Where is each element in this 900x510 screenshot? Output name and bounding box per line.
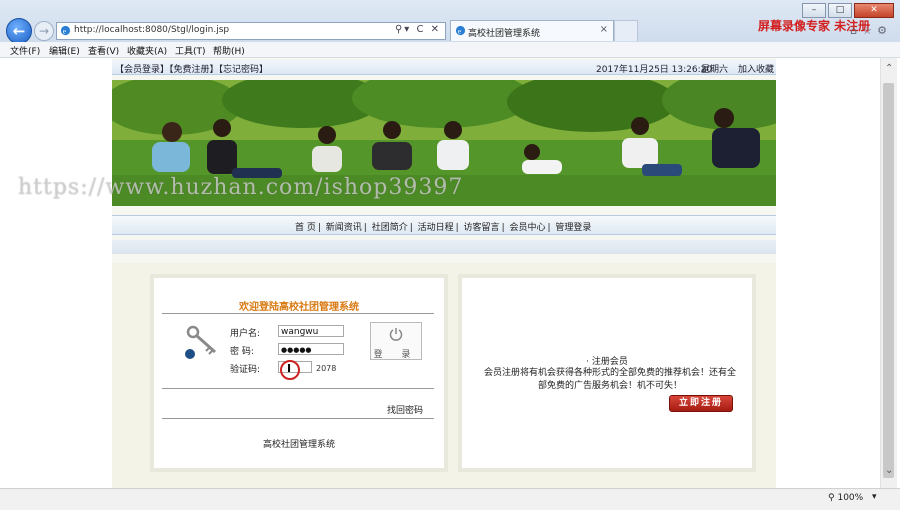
nav-club-intro[interactable]: 社团简介 <box>372 223 408 233</box>
ie-logo-icon: e <box>60 25 71 35</box>
username-input[interactable]: wangwu <box>278 325 344 337</box>
nav-member-center[interactable]: 会员中心 <box>509 223 545 233</box>
forward-button[interactable]: → <box>34 21 54 41</box>
browser-titlebar: ← → e http://localhost:8080/Stgl/login.j… <box>0 0 900 44</box>
divider <box>162 313 434 314</box>
keys-icon <box>185 325 216 359</box>
login-button[interactable]: 登 录 <box>370 322 422 360</box>
register-description: 会员注册将有机会获得各种形式的全部免费的推荐机会！还有全部免费的广告服务机会！机… <box>483 368 736 391</box>
zoom-value: 100% <box>837 493 864 503</box>
menu-tools[interactable]: 工具(T) <box>175 44 206 57</box>
password-label: 密 码: <box>230 347 254 357</box>
add-favorite-link[interactable]: 加入收藏 <box>738 62 774 75</box>
toolbar-icons[interactable]: ⌂☆⚙ <box>850 24 892 37</box>
register-title: · 注册会员 <box>586 357 628 367</box>
ie-tab-icon: e <box>455 25 466 35</box>
login-button-label: 登 录 <box>373 350 419 360</box>
maximize-button[interactable]: □ <box>828 3 852 18</box>
address-bar[interactable]: e http://localhost:8080/Stgl/login.jsp ⚲… <box>56 22 446 40</box>
scroll-up-icon[interactable]: ⌃ <box>885 63 893 74</box>
menu-help[interactable]: 帮助(H) <box>213 44 245 57</box>
main-navigation: 首 页 | 新闻资讯 | 社团简介 | 活动日程 | 访客留言 | 会员中心 | 管理登录 <box>112 215 776 235</box>
arrow-left-icon: ← <box>12 22 26 40</box>
captcha-code: 2078 <box>316 364 337 373</box>
menu-file[interactable]: 文件(F) <box>10 44 40 57</box>
login-panel: 欢迎登陆高校社团管理系统 用户名: wangwu 密 码: ●●●●● 验证码:… <box>150 274 448 472</box>
text-cursor-icon: I <box>287 362 292 375</box>
close-window-button[interactable]: ✕ <box>854 3 894 18</box>
zoom-dropdown-icon[interactable]: ▾ <box>872 492 877 502</box>
decorative-strip <box>112 240 776 254</box>
nav-guestbook[interactable]: 访客留言 <box>464 223 500 233</box>
nav-home[interactable]: 首 页 <box>295 223 316 233</box>
member-links[interactable]: 【会员登录】【免费注册】【忘记密码】 <box>115 62 268 75</box>
login-welcome-title: 欢迎登陆高校社团管理系统 <box>239 302 359 313</box>
captcha-label: 验证码: <box>230 365 261 375</box>
window-controls: – □ ✕ <box>802 3 894 18</box>
forgot-password-link[interactable]: 找回密码 <box>387 403 423 416</box>
menu-edit[interactable]: 编辑(E) <box>49 44 80 57</box>
status-bar: ⚲ 100% ▾ <box>0 488 900 510</box>
arrow-right-icon: → <box>38 24 50 38</box>
register-panel: · 注册会员 会员注册将有机会获得各种形式的全部免费的推荐机会！还有全部免费的广… <box>458 274 756 472</box>
svg-text:e: e <box>63 26 66 35</box>
nav-activity-schedule[interactable]: 活动日程 <box>418 223 454 233</box>
magnifier-icon: ⚲ <box>828 493 835 503</box>
tab-title: 高校社团管理系统 <box>468 29 541 39</box>
browser-tab[interactable]: e 高校社团管理系统 × <box>450 20 614 41</box>
close-tab-icon[interactable]: × <box>600 24 608 35</box>
watermark-text: https://www.huzhan.com/ishop39397 <box>18 175 464 200</box>
register-now-button[interactable]: 立即注册 <box>669 395 733 412</box>
menu-view[interactable]: 查看(V) <box>88 44 119 57</box>
scrollbar-thumb[interactable] <box>883 83 894 478</box>
username-label: 用户名: <box>230 329 261 339</box>
new-tab-button[interactable] <box>614 20 638 41</box>
menu-bar: 文件(F) 编辑(E) 查看(V) 收藏夹(A) 工具(T) 帮助(H) <box>0 42 900 58</box>
web-page: 【会员登录】【免费注册】【忘记密码】 2017年11月25日 13:26:20 … <box>112 58 776 488</box>
password-input[interactable]: ●●●●● <box>278 343 344 355</box>
zoom-level[interactable]: ⚲ 100% <box>828 493 863 503</box>
current-date: 2017年11月25日 13:26:20 <box>596 65 713 75</box>
address-tools[interactable]: ⚲▾ C ✕ <box>395 24 441 35</box>
page-viewport: 【会员登录】【免费注册】【忘记密码】 2017年11月25日 13:26:20 … <box>4 58 880 488</box>
vertical-scrollbar[interactable]: ⌃ ⌄ <box>880 58 897 488</box>
back-button[interactable]: ← <box>6 18 32 44</box>
scroll-down-icon[interactable]: ⌄ <box>885 465 893 476</box>
power-icon <box>389 328 403 341</box>
top-info-bar: 【会员登录】【免费注册】【忘记密码】 2017年11月25日 13:26:20 … <box>112 60 776 75</box>
system-name: 高校社团管理系统 <box>262 440 335 450</box>
divider <box>162 388 434 389</box>
main-content: 欢迎登陆高校社团管理系统 用户名: wangwu 密 码: ●●●●● 验证码:… <box>112 263 776 488</box>
minimize-button[interactable]: – <box>802 3 826 18</box>
nav-admin-login[interactable]: 管理登录 <box>555 223 591 233</box>
weekday: 星期六 <box>701 65 729 75</box>
divider <box>162 418 434 419</box>
nav-news[interactable]: 新闻资讯 <box>326 223 362 233</box>
url-text: http://localhost:8080/Stgl/login.jsp <box>74 25 230 35</box>
menu-favorites[interactable]: 收藏夹(A) <box>127 44 167 57</box>
svg-text:e: e <box>458 26 461 35</box>
